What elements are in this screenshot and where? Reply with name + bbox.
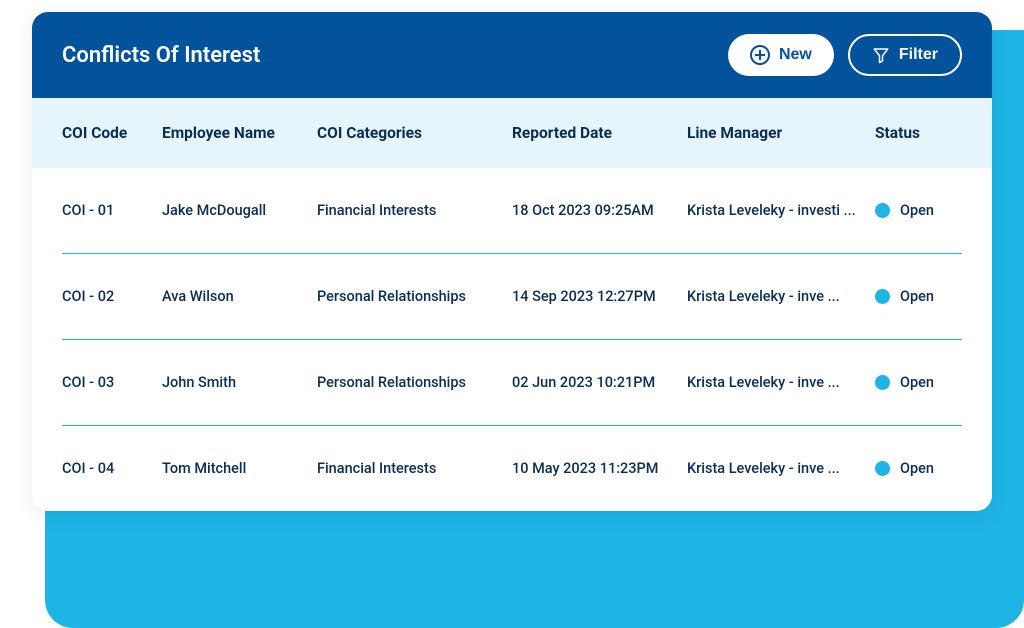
- column-header-code: COI Code: [62, 124, 162, 142]
- column-header-manager: Line Manager: [687, 124, 875, 142]
- status-label: Open: [900, 202, 934, 219]
- status-dot-icon: [875, 375, 890, 390]
- table-row[interactable]: COI - 04 Tom Mitchell Financial Interest…: [62, 426, 962, 511]
- status-dot-icon: [875, 289, 890, 304]
- header-actions: New Filter: [728, 34, 962, 76]
- new-button-label: New: [779, 46, 812, 64]
- funnel-icon: [872, 46, 890, 64]
- cell-code: COI - 02: [62, 288, 162, 305]
- coi-table: COI Code Employee Name COI Categories Re…: [32, 98, 992, 511]
- column-header-employee: Employee Name: [162, 124, 317, 142]
- coi-card: Conflicts Of Interest New Filter: [32, 12, 992, 511]
- status-label: Open: [900, 374, 934, 391]
- cell-reported: 10 May 2023 11:23PM: [512, 460, 687, 477]
- cell-status: Open: [875, 374, 962, 391]
- table-row[interactable]: COI - 01 Jake McDougall Financial Intere…: [62, 168, 962, 254]
- cell-manager: Krista Leveleky - inve ...: [687, 460, 875, 477]
- cell-status: Open: [875, 202, 962, 219]
- cell-categories: Personal Relationships: [317, 288, 512, 305]
- cell-employee: Tom Mitchell: [162, 460, 317, 477]
- table-header-row: COI Code Employee Name COI Categories Re…: [32, 98, 992, 168]
- cell-categories: Personal Relationships: [317, 374, 512, 391]
- filter-button-label: Filter: [899, 46, 938, 64]
- status-dot-icon: [875, 203, 890, 218]
- table-body: COI - 01 Jake McDougall Financial Intere…: [32, 168, 992, 511]
- cell-manager: Krista Leveleky - inve ...: [687, 374, 875, 391]
- cell-code: COI - 03: [62, 374, 162, 391]
- column-header-reported: Reported Date: [512, 124, 687, 142]
- cell-employee: Ava Wilson: [162, 288, 317, 305]
- cell-status: Open: [875, 460, 962, 477]
- filter-button[interactable]: Filter: [848, 34, 962, 76]
- cell-code: COI - 04: [62, 460, 162, 477]
- cell-status: Open: [875, 288, 962, 305]
- cell-manager: Krista Leveleky - inve ...: [687, 288, 875, 305]
- cell-employee: Jake McDougall: [162, 202, 317, 219]
- table-row[interactable]: COI - 03 John Smith Personal Relationshi…: [62, 340, 962, 426]
- cell-code: COI - 01: [62, 202, 162, 219]
- status-label: Open: [900, 288, 934, 305]
- status-dot-icon: [875, 461, 890, 476]
- cell-categories: Financial Interests: [317, 460, 512, 477]
- card-header: Conflicts Of Interest New Filter: [32, 12, 992, 98]
- column-header-status: Status: [875, 124, 962, 142]
- new-button[interactable]: New: [728, 34, 834, 76]
- cell-manager: Krista Leveleky - investi ...: [687, 202, 875, 219]
- cell-reported: 02 Jun 2023 10:21PM: [512, 374, 687, 391]
- status-label: Open: [900, 460, 934, 477]
- plus-circle-icon: [750, 45, 770, 65]
- cell-categories: Financial Interests: [317, 202, 512, 219]
- page-title: Conflicts Of Interest: [62, 43, 260, 68]
- cell-reported: 18 Oct 2023 09:25AM: [512, 202, 687, 219]
- column-header-categories: COI Categories: [317, 124, 512, 142]
- cell-employee: John Smith: [162, 374, 317, 391]
- cell-reported: 14 Sep 2023 12:27PM: [512, 288, 687, 305]
- table-row[interactable]: COI - 02 Ava Wilson Personal Relationshi…: [62, 254, 962, 340]
